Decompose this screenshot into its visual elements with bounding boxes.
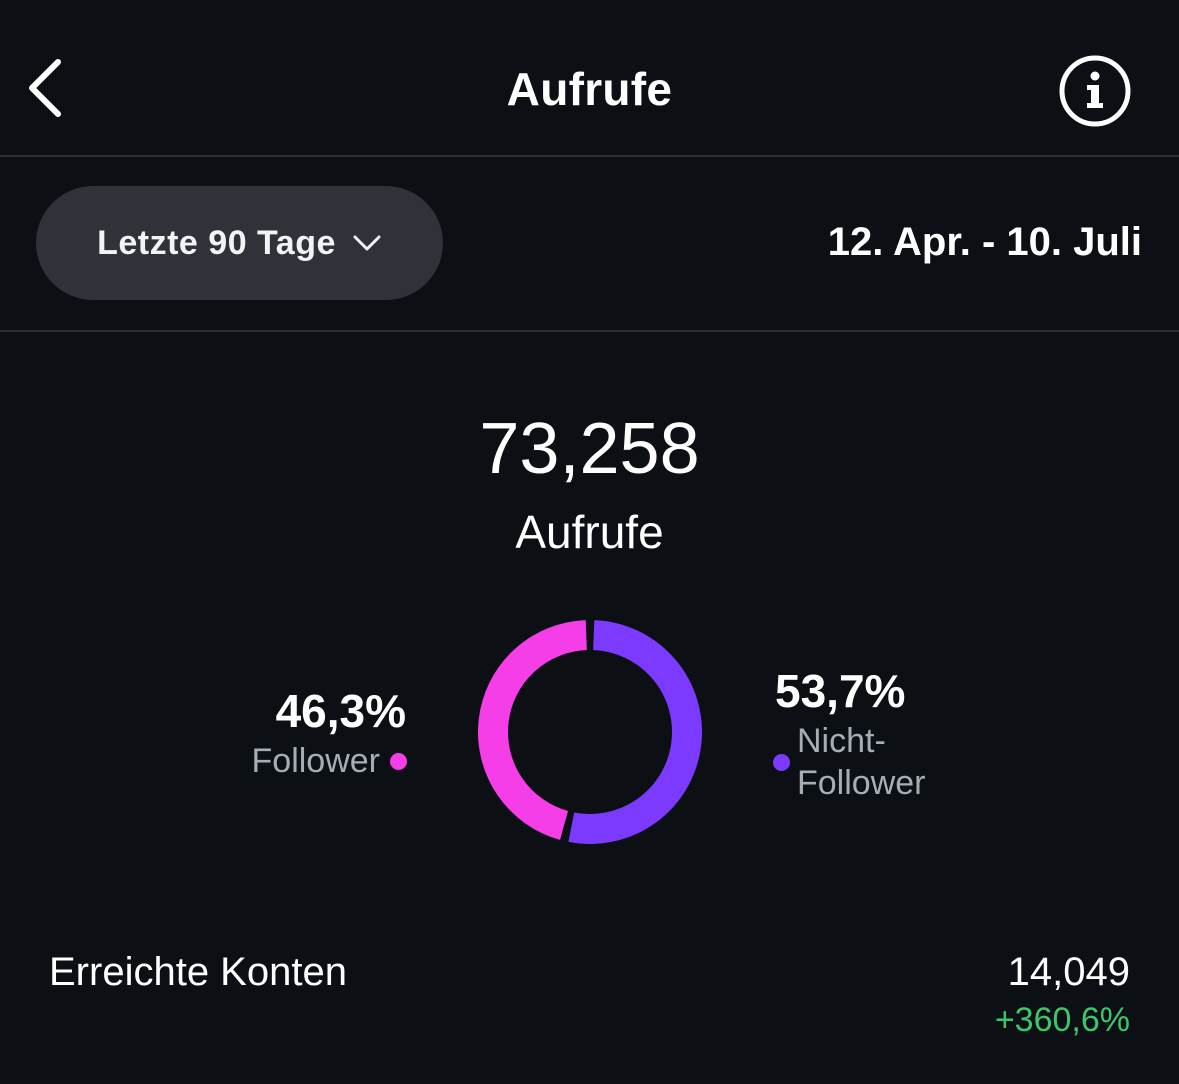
non-follower-segment xyxy=(568,620,702,844)
non-follower-legend: Nicht-Follower xyxy=(773,720,957,804)
non-follower-percent: 53,7% xyxy=(775,665,906,717)
reached-accounts-label[interactable]: Erreichte Konten xyxy=(49,950,347,995)
views-donut-chart xyxy=(478,620,702,844)
filter-divider xyxy=(0,330,1179,332)
date-range-dropdown-label: Letzte 90 Tage xyxy=(97,223,336,262)
date-range-text: 12. Apr. - 10. Juli xyxy=(827,220,1142,264)
total-views: 73,258 xyxy=(479,409,700,489)
follower-label: Follower xyxy=(251,742,380,780)
follower-percent: 46,3% xyxy=(275,685,406,737)
reached-accounts-change: +360,6% xyxy=(994,1001,1130,1039)
non-follower-dot xyxy=(773,753,790,771)
reached-accounts-value: 14,049 xyxy=(1007,950,1130,994)
info-icon xyxy=(1059,55,1131,127)
follower-legend: Follower xyxy=(252,740,407,782)
info-button[interactable] xyxy=(1058,54,1132,128)
insights-page: Aufrufe Letzte 90 Tage 12. Apr. - 10. Ju… xyxy=(0,0,1179,1084)
page-title: Aufrufe xyxy=(506,63,673,115)
header-divider xyxy=(0,155,1179,157)
date-range-dropdown[interactable]: Letzte 90 Tage xyxy=(36,186,443,300)
chevron-down-icon xyxy=(353,235,381,251)
non-follower-label: Nicht-Follower xyxy=(797,722,926,802)
top-bar: Aufrufe xyxy=(0,0,1179,155)
total-views-label: Aufrufe xyxy=(515,506,664,558)
follower-dot xyxy=(390,752,407,770)
follower-segment xyxy=(478,620,588,840)
